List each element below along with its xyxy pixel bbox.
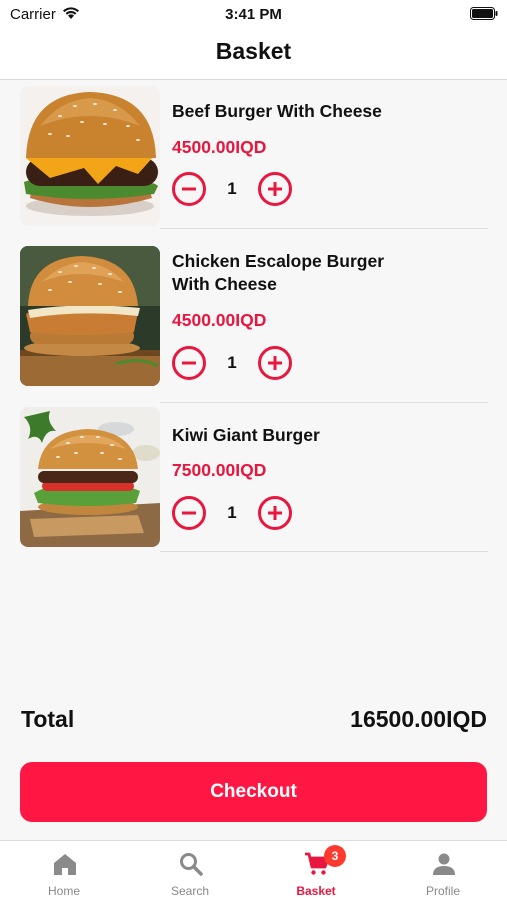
- item-price: 4500.00IQD: [172, 310, 267, 330]
- quantity-value: 1: [227, 353, 237, 372]
- battery-icon: [470, 7, 498, 20]
- total-value: 16500.00IQD: [350, 706, 487, 732]
- total-label: Total: [21, 706, 75, 732]
- cart-count-badge: 3: [324, 845, 346, 867]
- item-name: Kiwi Giant Burger: [172, 425, 320, 445]
- home-icon: [54, 854, 76, 875]
- tab-bar: Home Search 3 Basket Profile: [0, 840, 507, 900]
- item-price: 4500.00IQD: [172, 137, 267, 157]
- minus-icon: [182, 361, 196, 365]
- increase-quantity-button[interactable]: [258, 496, 292, 530]
- decrease-quantity-button[interactable]: [172, 346, 206, 380]
- quantity-stepper: 1: [172, 496, 292, 530]
- beef-burger-photo: [20, 86, 160, 226]
- quantity-stepper: 1: [172, 172, 292, 206]
- person-icon: [433, 853, 455, 875]
- status-time: 3:41 PM: [225, 6, 282, 23]
- basket-item: Beef Burger With Cheese 4500.00IQD 1: [20, 86, 488, 226]
- minus-icon: [182, 511, 196, 515]
- search-icon: [180, 853, 203, 876]
- page-title: Basket: [215, 38, 292, 64]
- plus-icon: [268, 356, 282, 370]
- tab-label: Search: [170, 884, 210, 898]
- plus-icon: [268, 506, 282, 520]
- tab-search[interactable]: Search: [127, 841, 253, 900]
- divider: [160, 228, 488, 229]
- quantity-stepper: 1: [172, 346, 292, 380]
- nav-header: Basket: [0, 28, 507, 80]
- tab-basket[interactable]: 3 Basket: [253, 841, 379, 900]
- divider: [160, 402, 488, 403]
- tab-label: Profile: [425, 884, 460, 898]
- decrease-quantity-button[interactable]: [172, 172, 206, 206]
- tab-home[interactable]: Home: [1, 841, 127, 900]
- item-name-line-1: Chicken Escalope Burger: [172, 251, 385, 271]
- basket-item: Kiwi Giant Burger 7500.00IQD 1: [20, 407, 488, 547]
- divider: [160, 551, 488, 552]
- quantity-value: 1: [227, 503, 237, 522]
- plus-icon: [268, 182, 282, 196]
- tab-profile[interactable]: Profile: [380, 841, 506, 900]
- tab-label: Home: [47, 884, 80, 898]
- item-name: Beef Burger With Cheese: [172, 101, 382, 121]
- quantity-value: 1: [227, 179, 237, 198]
- increase-quantity-button[interactable]: [258, 172, 292, 206]
- checkout-button[interactable]: Checkout: [20, 762, 487, 822]
- decrease-quantity-button[interactable]: [172, 496, 206, 530]
- minus-icon: [182, 187, 196, 191]
- increase-quantity-button[interactable]: [258, 346, 292, 380]
- basket-item: Chicken Escalope Burger With Cheese 4500…: [20, 246, 488, 386]
- chicken-burger-photo: [20, 246, 160, 386]
- item-name-line-2: With Cheese: [172, 274, 277, 294]
- tab-label: Basket: [296, 884, 336, 898]
- kiwi-burger-photo: [20, 407, 160, 547]
- status-bar: Carrier 3:41 PM: [0, 0, 507, 28]
- item-name: Chicken Escalope Burger With Cheese: [172, 250, 472, 296]
- item-price: 7500.00IQD: [172, 460, 267, 480]
